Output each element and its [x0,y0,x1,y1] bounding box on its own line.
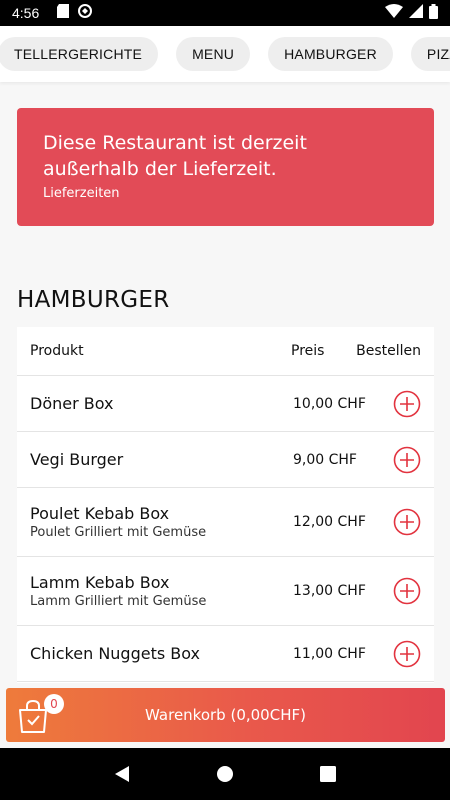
table-row: Poulet Kebab Box Poulet Grilliert mit Ge… [17,488,434,557]
signal-icon [409,4,423,22]
header-product: Produkt [30,343,84,359]
item-price: 11,00 CHF [293,645,366,662]
table-row: Vegi Burger 9,00 CHF [17,432,434,488]
delivery-closed-alert: Diese Restaurant ist derzeit außerhalb d… [17,108,434,226]
plus-circle-icon [393,577,421,605]
plus-circle-icon [393,446,421,473]
cart-button[interactable]: 0 Warenkorb (0,00CHF) [6,688,445,742]
tab-pizza[interactable]: PIZZA [410,37,450,71]
item-name: Vegi Burger [30,450,124,469]
battery-icon [429,3,438,23]
add-to-cart-button[interactable] [393,640,421,668]
table-row: Lamm Kebab Box Lamm Grilliert mit Gemüse… [17,557,434,626]
item-name: Döner Box [30,394,114,413]
home-button[interactable] [211,760,239,788]
tab-tellergerichte[interactable]: TELLERGERICHTE [0,37,159,71]
add-to-cart-button[interactable] [393,446,421,474]
alert-title: Diese Restaurant ist derzeit außerhalb d… [43,132,307,180]
header-order: Bestellen [356,343,421,359]
recents-button[interactable] [314,760,342,788]
plus-circle-icon [393,390,421,417]
item-price: 10,00 CHF [293,395,366,412]
recents-icon [320,766,337,782]
sync-icon [77,3,93,23]
section-title: HAMBURGER [17,287,170,313]
cart-label: Warenkorb (0,00CHF) [145,706,306,724]
tab-hamburger[interactable]: HAMBURGER [268,37,393,71]
item-price: 13,00 CHF [293,583,366,599]
item-description: Poulet Grilliert mit Gemüse [30,525,207,540]
item-price: 12,00 CHF [293,514,366,530]
sd-card-icon [57,4,70,22]
tab-menu[interactable]: MENU [176,37,251,71]
item-name: Lamm Kebab Box [30,573,170,592]
add-to-cart-button[interactable] [393,508,421,536]
home-icon [216,766,233,782]
plus-circle-icon [393,508,421,536]
system-nav-bar [0,748,450,800]
menu-table: Produkt Preis Bestellen Döner Box 10,00 … [17,327,434,683]
status-time: 4:56 [12,5,40,21]
status-bar: 4:56 [0,0,450,26]
header-price: Preis [291,343,325,359]
table-row: Döner Box 10,00 CHF [17,376,434,432]
table-row: Chicken Nuggets Box 11,00 CHF [17,626,434,682]
plus-circle-icon [393,640,421,667]
category-tabs: TELLERGERICHTE MENU HAMBURGER PIZZA [0,26,450,82]
item-price: 9,00 CHF [293,451,357,468]
back-button[interactable] [108,760,136,788]
item-name: Poulet Kebab Box [30,504,170,523]
item-name: Chicken Nuggets Box [30,644,201,663]
item-description: Lamm Grilliert mit Gemüse [30,594,207,609]
table-header: Produkt Preis Bestellen [17,327,434,376]
add-to-cart-button[interactable] [393,390,421,418]
wifi-icon [385,4,403,22]
delivery-times-link[interactable]: Lieferzeiten [43,186,408,201]
cart-count-badge: 0 [44,694,64,714]
back-icon [114,766,129,782]
add-to-cart-button[interactable] [393,577,421,605]
